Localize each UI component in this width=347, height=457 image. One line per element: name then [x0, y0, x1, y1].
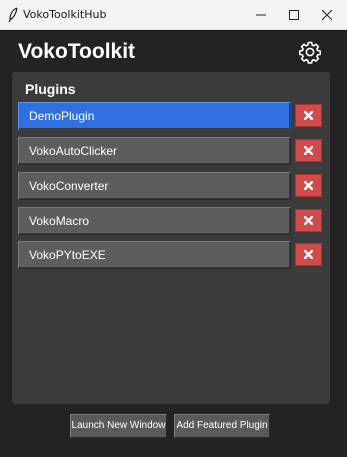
feather-icon	[8, 7, 18, 23]
launch-new-window-button[interactable]: Launch New Window	[70, 414, 167, 438]
minimize-button[interactable]	[244, 0, 277, 30]
delete-plugin-button[interactable]	[295, 243, 322, 266]
maximize-icon	[288, 10, 299, 20]
plugins-panel: Plugins DemoPlugin VokoAutoClicker VokoC…	[12, 72, 330, 404]
delete-plugin-button[interactable]	[295, 139, 322, 162]
plugin-button-vokomacro[interactable]: VokoMacro	[18, 207, 291, 235]
gear-icon	[299, 41, 321, 64]
plugins-heading: Plugins	[25, 81, 76, 97]
plugin-button-vokoconverter[interactable]: VokoConverter	[18, 172, 291, 200]
plugin-row: DemoPlugin	[18, 102, 323, 130]
settings-button[interactable]	[298, 40, 322, 64]
plugin-row: VokoConverter	[18, 172, 323, 200]
x-icon	[304, 181, 313, 190]
plugin-button-vokoautoclicker[interactable]: VokoAutoClicker	[18, 137, 291, 165]
window-titlebar[interactable]: VokoToolkitHub	[0, 0, 347, 30]
close-button[interactable]	[310, 0, 343, 30]
delete-plugin-button[interactable]	[295, 174, 322, 197]
close-icon	[321, 10, 332, 20]
minimize-icon	[255, 14, 266, 16]
plugin-row: VokoAutoClicker	[18, 137, 323, 165]
plugin-button-demoplugin[interactable]: DemoPlugin	[18, 102, 291, 130]
delete-plugin-button[interactable]	[295, 209, 322, 232]
plugin-row: VokoPYtoEXE	[18, 241, 323, 269]
add-featured-plugin-button[interactable]: Add Featured Plugin	[174, 414, 270, 438]
window-title: VokoToolkitHub	[23, 8, 107, 21]
x-icon	[304, 146, 313, 155]
x-icon	[304, 250, 313, 259]
x-icon	[304, 111, 313, 120]
app-body: VokoToolkit Plugins DemoPlugin VokoAutoC…	[0, 31, 347, 457]
plugin-row: VokoMacro	[18, 207, 323, 235]
plugin-button-vokopytoexe[interactable]: VokoPYtoEXE	[18, 241, 291, 269]
x-icon	[304, 216, 313, 225]
app-title: VokoToolkit	[18, 40, 136, 63]
delete-plugin-button[interactable]	[295, 104, 322, 127]
maximize-button[interactable]	[277, 0, 310, 30]
